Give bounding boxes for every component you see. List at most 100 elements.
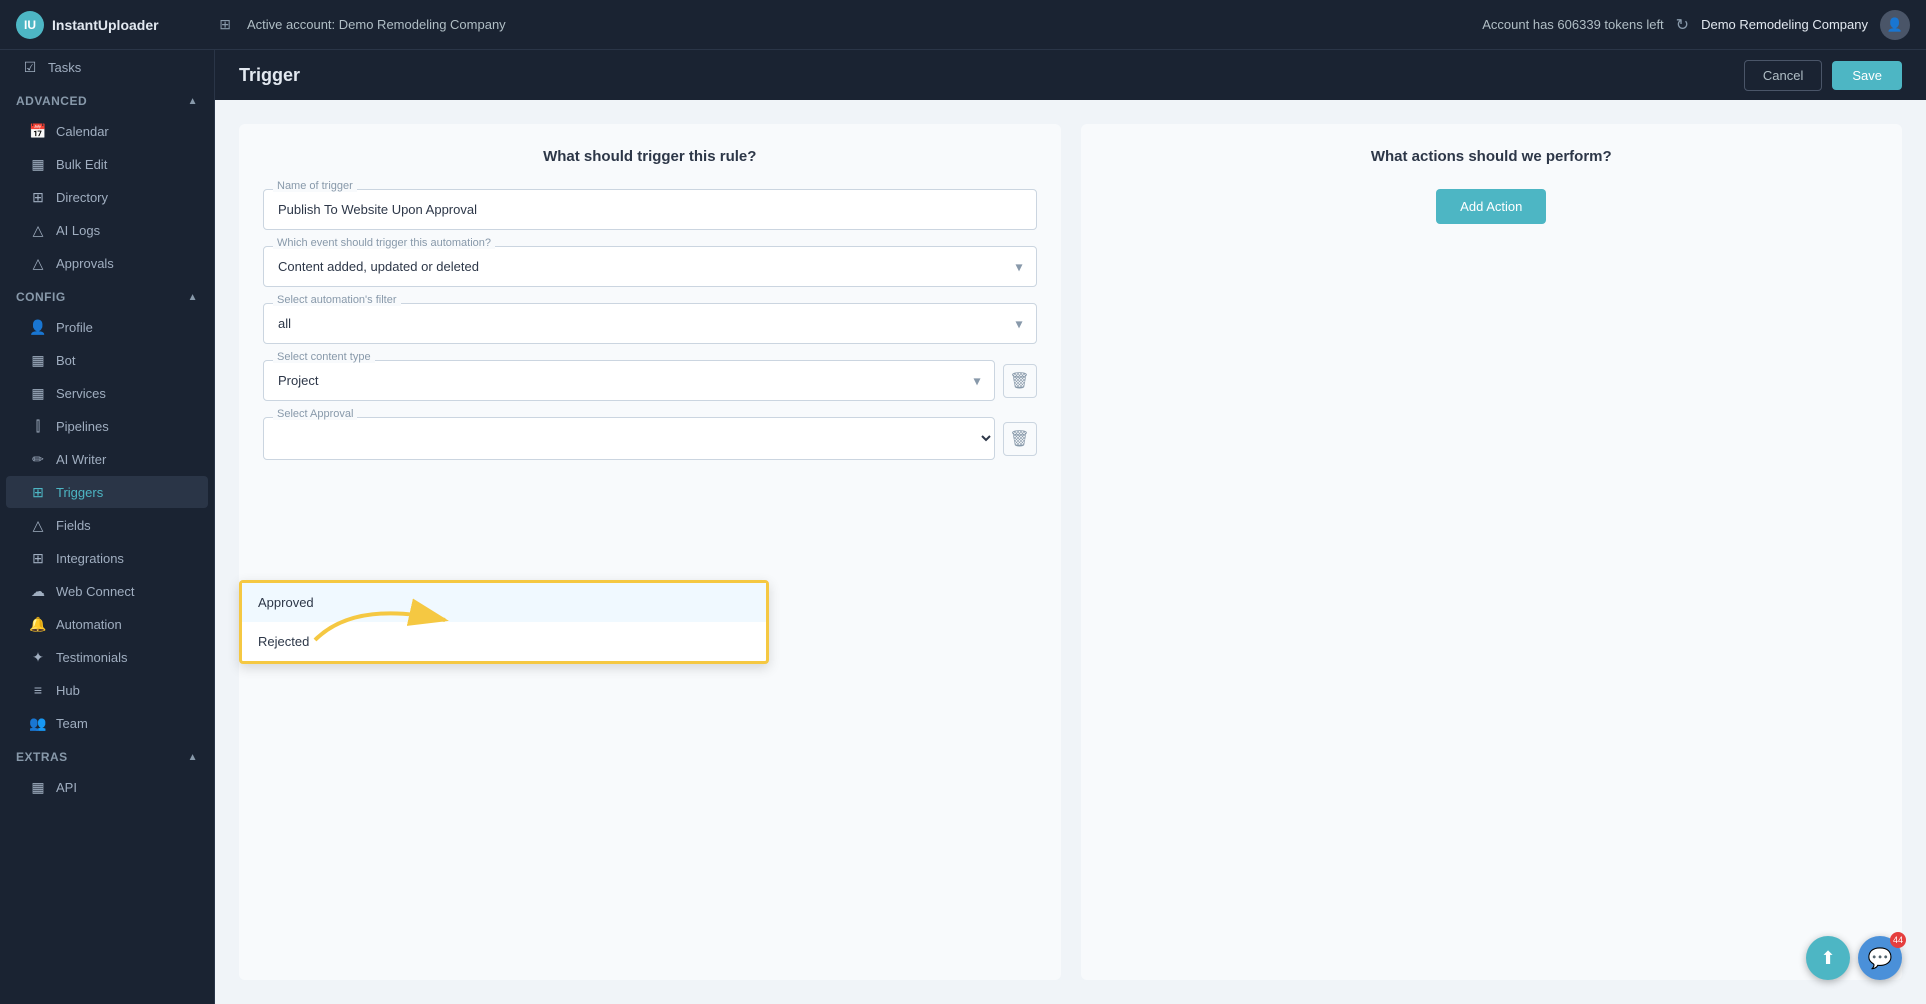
bulk-edit-icon: ▦: [30, 156, 46, 172]
floating-up-icon[interactable]: ⬆: [1806, 936, 1850, 980]
sidebar-section-config[interactable]: Config ▲: [0, 280, 214, 310]
delete-content-type-button[interactable]: 🗑: [1003, 364, 1037, 398]
filter-select-wrapper: all: [263, 303, 1037, 344]
web-connect-label: Web Connect: [56, 584, 135, 599]
services-icon: ▦: [30, 385, 46, 401]
bot-label: Bot: [56, 353, 76, 368]
hub-icon: ≡: [30, 682, 46, 698]
logo-icon: IU: [16, 11, 44, 39]
approval-select[interactable]: Approved Rejected: [263, 417, 995, 460]
sidebar-item-tasks[interactable]: ☑ Tasks: [6, 51, 208, 83]
sidebar-section-advanced[interactable]: Advanced ▲: [0, 84, 214, 114]
pin-icon[interactable]: ⊞: [219, 16, 231, 33]
avatar[interactable]: 👤: [1880, 10, 1910, 40]
sidebar-item-services[interactable]: ▦ Services: [6, 377, 208, 409]
refresh-icon[interactable]: ↻: [1676, 15, 1689, 35]
sidebar-item-triggers[interactable]: ⊞ Triggers: [6, 476, 208, 508]
chat-badge: 44: [1890, 932, 1906, 948]
sidebar-item-team[interactable]: 👥 Team: [6, 707, 208, 739]
name-label: Name of trigger: [273, 180, 357, 192]
filter-group: Select automation's filter all: [263, 303, 1037, 344]
company-name: Demo Remodeling Company: [1701, 17, 1868, 32]
team-label: Team: [56, 716, 88, 731]
header-right: Account has 606339 tokens left ↻ Demo Re…: [1482, 10, 1910, 40]
delete-approval-button[interactable]: 🗑: [1003, 422, 1037, 456]
pipelines-icon: ⫿: [30, 418, 46, 434]
top-header: IU InstantUploader ⊞ Active account: Dem…: [0, 0, 1926, 50]
active-account-label: Active account: Demo Remodeling Company: [231, 17, 1482, 32]
cancel-button[interactable]: Cancel: [1744, 60, 1822, 91]
directory-label: Directory: [56, 190, 108, 205]
sidebar-item-testimonials[interactable]: ✦ Testimonials: [6, 641, 208, 673]
sidebar-item-ai-writer[interactable]: ✏ AI Writer: [6, 443, 208, 475]
content-subheader: Trigger Cancel Save: [215, 50, 1926, 100]
content-area: Trigger Cancel Save What should trigger …: [215, 50, 1926, 1004]
triggers-label: Triggers: [56, 485, 103, 500]
filter-label: Select automation's filter: [273, 294, 401, 306]
config-section-label: Config: [16, 290, 66, 304]
floating-chat-button[interactable]: 💬 44: [1858, 936, 1902, 980]
extras-section-label: Extras: [16, 750, 68, 764]
api-icon: ▦: [30, 779, 46, 795]
sidebar: ☑ Tasks Advanced ▲ 📅 Calendar ▦ Bulk Edi…: [0, 50, 215, 1004]
dropdown-option-rejected[interactable]: Rejected: [242, 622, 766, 661]
name-input[interactable]: [263, 189, 1037, 230]
sidebar-section-extras[interactable]: Extras ▲: [0, 740, 214, 770]
event-label: Which event should trigger this automati…: [273, 237, 495, 249]
profile-icon: 👤: [30, 319, 46, 335]
event-select[interactable]: Content added, updated or deleted: [263, 246, 1037, 287]
triggers-icon: ⊞: [30, 484, 46, 500]
trigger-right-panel: What actions should we perform? Add Acti…: [1081, 124, 1903, 980]
ai-writer-icon: ✏: [30, 451, 46, 467]
integrations-label: Integrations: [56, 551, 124, 566]
config-chevron: ▲: [188, 292, 198, 303]
logo-area: IU InstantUploader ⊞: [16, 11, 231, 39]
trigger-left-panel: What should trigger this rule? Name of t…: [239, 124, 1061, 980]
sidebar-item-web-connect[interactable]: ☁ Web Connect: [6, 575, 208, 607]
event-trigger-group: Which event should trigger this automati…: [263, 246, 1037, 287]
advanced-section-label: Advanced: [16, 94, 87, 108]
calendar-icon: 📅: [30, 123, 46, 139]
profile-label: Profile: [56, 320, 93, 335]
sidebar-item-hub[interactable]: ≡ Hub: [6, 674, 208, 706]
sidebar-item-bot[interactable]: ▦ Bot: [6, 344, 208, 376]
calendar-label: Calendar: [56, 124, 109, 139]
filter-select[interactable]: all: [263, 303, 1037, 344]
sidebar-item-calendar[interactable]: 📅 Calendar: [6, 115, 208, 147]
sidebar-item-ai-logs[interactable]: △ AI Logs: [6, 214, 208, 246]
directory-icon: ⊞: [30, 189, 46, 205]
extras-chevron: ▲: [188, 752, 198, 763]
main-layout: ☑ Tasks Advanced ▲ 📅 Calendar ▦ Bulk Edi…: [0, 50, 1926, 1004]
save-button[interactable]: Save: [1832, 61, 1902, 90]
sidebar-item-bulk-edit[interactable]: ▦ Bulk Edit: [6, 148, 208, 180]
content-type-select[interactable]: Project: [263, 360, 995, 401]
ai-writer-label: AI Writer: [56, 452, 106, 467]
add-action-button[interactable]: Add Action: [1436, 189, 1546, 224]
content-type-select-wrapper: Project: [263, 360, 995, 401]
content-type-group: Select content type Project: [263, 360, 995, 401]
sidebar-item-approvals[interactable]: △ Approvals: [6, 247, 208, 279]
sidebar-item-profile[interactable]: 👤 Profile: [6, 311, 208, 343]
dropdown-option-approved[interactable]: Approved: [242, 583, 766, 622]
logo-text: InstantUploader: [52, 17, 159, 33]
sidebar-item-directory[interactable]: ⊞ Directory: [6, 181, 208, 213]
tasks-icon: ☑: [22, 59, 38, 75]
ai-logs-icon: △: [30, 222, 46, 238]
sidebar-item-pipelines[interactable]: ⫿ Pipelines: [6, 410, 208, 442]
page-title: Trigger: [239, 65, 300, 86]
api-label: API: [56, 780, 77, 795]
approvals-icon: △: [30, 255, 46, 271]
tasks-label: Tasks: [48, 60, 81, 75]
integrations-icon: ⊞: [30, 550, 46, 566]
sidebar-item-api[interactable]: ▦ API: [6, 771, 208, 803]
sidebar-item-automation[interactable]: 🔔 Automation: [6, 608, 208, 640]
approval-row-wrapper: Select Approval Approved Rejected 🗑: [263, 417, 1037, 460]
fields-label: Fields: [56, 518, 91, 533]
event-select-wrapper: Content added, updated or deleted: [263, 246, 1037, 287]
sidebar-item-integrations[interactable]: ⊞ Integrations: [6, 542, 208, 574]
bulk-edit-label: Bulk Edit: [56, 157, 107, 172]
name-of-trigger-group: Name of trigger: [263, 189, 1037, 230]
testimonials-icon: ✦: [30, 649, 46, 665]
fields-icon: △: [30, 517, 46, 533]
sidebar-item-fields[interactable]: △ Fields: [6, 509, 208, 541]
